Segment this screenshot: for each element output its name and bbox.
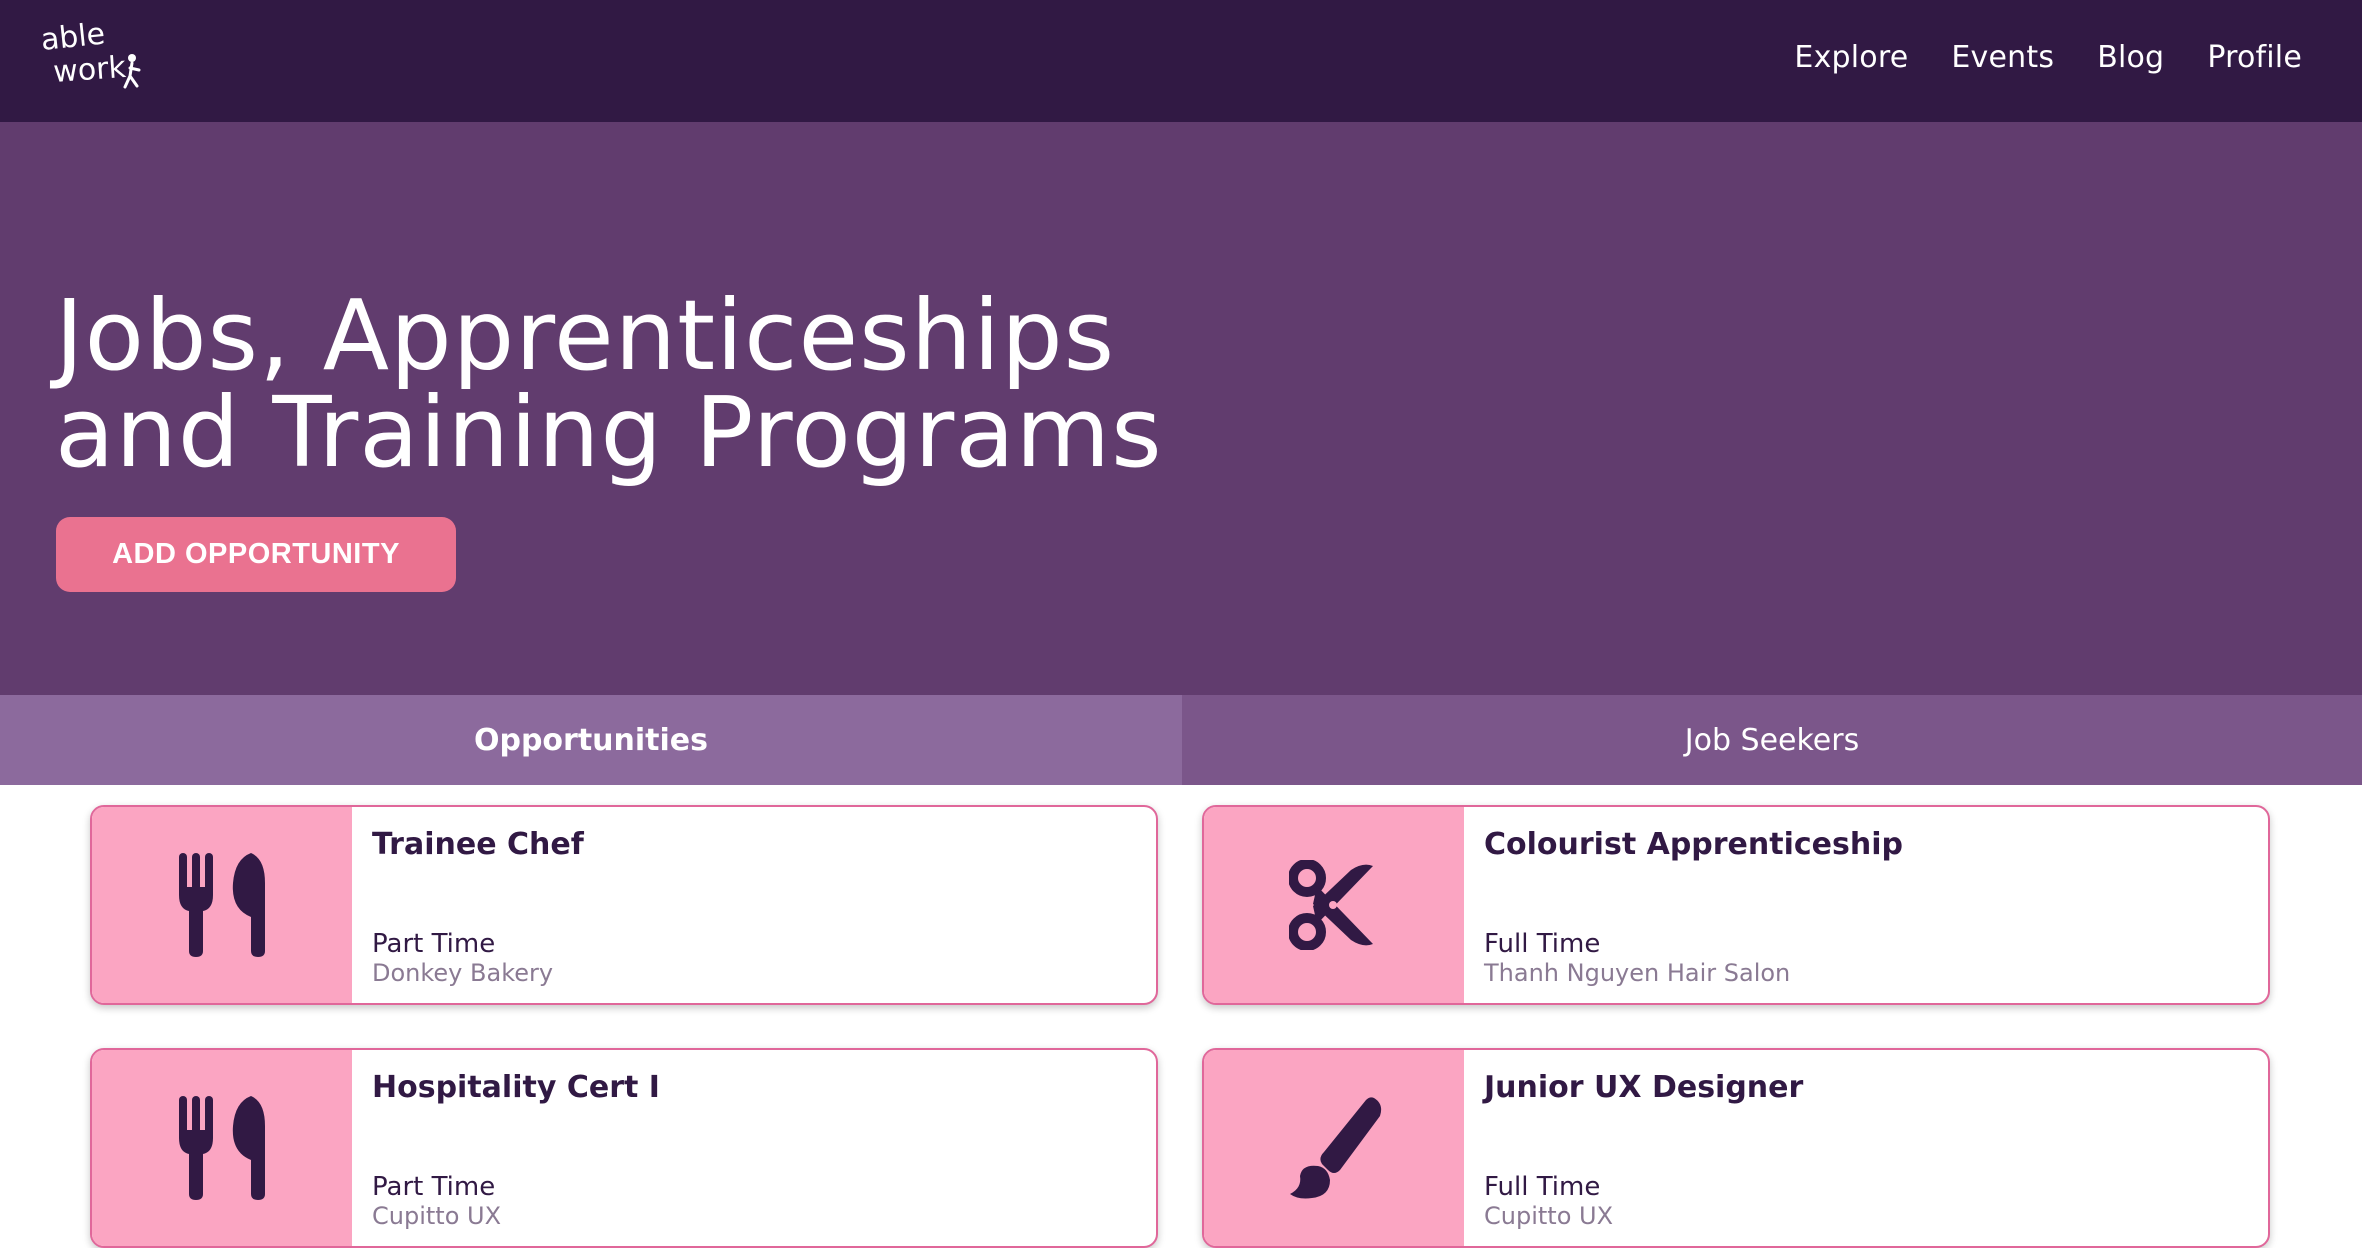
svg-text:work: work (52, 50, 127, 90)
card-title: Junior UX Designer (1484, 1070, 1804, 1105)
hero-title: Jobs, Apprenticeships and Training Progr… (55, 287, 1163, 481)
card-title: Trainee Chef (372, 827, 584, 862)
card-employment-type: Full Time (1484, 929, 1601, 959)
nav-blog[interactable]: Blog (2097, 34, 2164, 82)
nav-events[interactable]: Events (1951, 34, 2054, 82)
ablework-logo[interactable]: able work (40, 22, 150, 98)
nav-profile[interactable]: Profile (2207, 34, 2302, 82)
opportunity-card[interactable]: Hospitality Cert I Part Time Cupitto UX (90, 1048, 1158, 1248)
tab-opportunities[interactable]: Opportunities (0, 695, 1182, 785)
card-icon-area (1204, 1050, 1464, 1246)
card-company: Cupitto UX (372, 1202, 502, 1230)
utensils-icon (179, 1096, 265, 1200)
card-title: Colourist Apprenticeship (1484, 827, 1903, 862)
opportunity-card[interactable]: Trainee Chef Part Time Donkey Bakery (90, 805, 1158, 1005)
card-icon-area (1204, 807, 1464, 1003)
card-employment-type: Full Time (1484, 1172, 1601, 1202)
hero-title-line-1: Jobs, Apprenticeships (55, 279, 1116, 392)
card-employment-type: Part Time (372, 929, 496, 959)
utensils-icon (179, 853, 265, 957)
scissors-icon (1289, 860, 1373, 950)
add-opportunity-button[interactable]: ADD OPPORTUNITY (56, 517, 456, 592)
hero-banner: Jobs, Apprenticeships and Training Progr… (0, 122, 2362, 695)
hero-title-line-2: and Training Programs (55, 376, 1163, 489)
card-title: Hospitality Cert I (372, 1070, 660, 1105)
listing-tabs: Opportunities Job Seekers (0, 695, 2362, 785)
card-company: Thanh Nguyen Hair Salon (1484, 959, 1791, 987)
tab-job-seekers[interactable]: Job Seekers (1182, 695, 2362, 785)
top-navbar: able work Explore Events Blog Profile (0, 0, 2362, 122)
card-company: Cupitto UX (1484, 1202, 1614, 1230)
card-icon-area (92, 1050, 352, 1246)
opportunity-card[interactable]: Colourist Apprenticeship Full Time Thanh… (1202, 805, 2270, 1005)
card-employment-type: Part Time (372, 1172, 496, 1202)
ablework-logo-image: able work (40, 22, 141, 90)
paintbrush-icon (1290, 1097, 1382, 1199)
card-company: Donkey Bakery (372, 959, 554, 987)
main-nav: Explore Events Blog Profile (1794, 34, 2302, 82)
opportunity-card[interactable]: Junior UX Designer Full Time Cupitto UX (1202, 1048, 2270, 1248)
card-icon-area (92, 807, 352, 1003)
nav-explore[interactable]: Explore (1794, 34, 1908, 82)
